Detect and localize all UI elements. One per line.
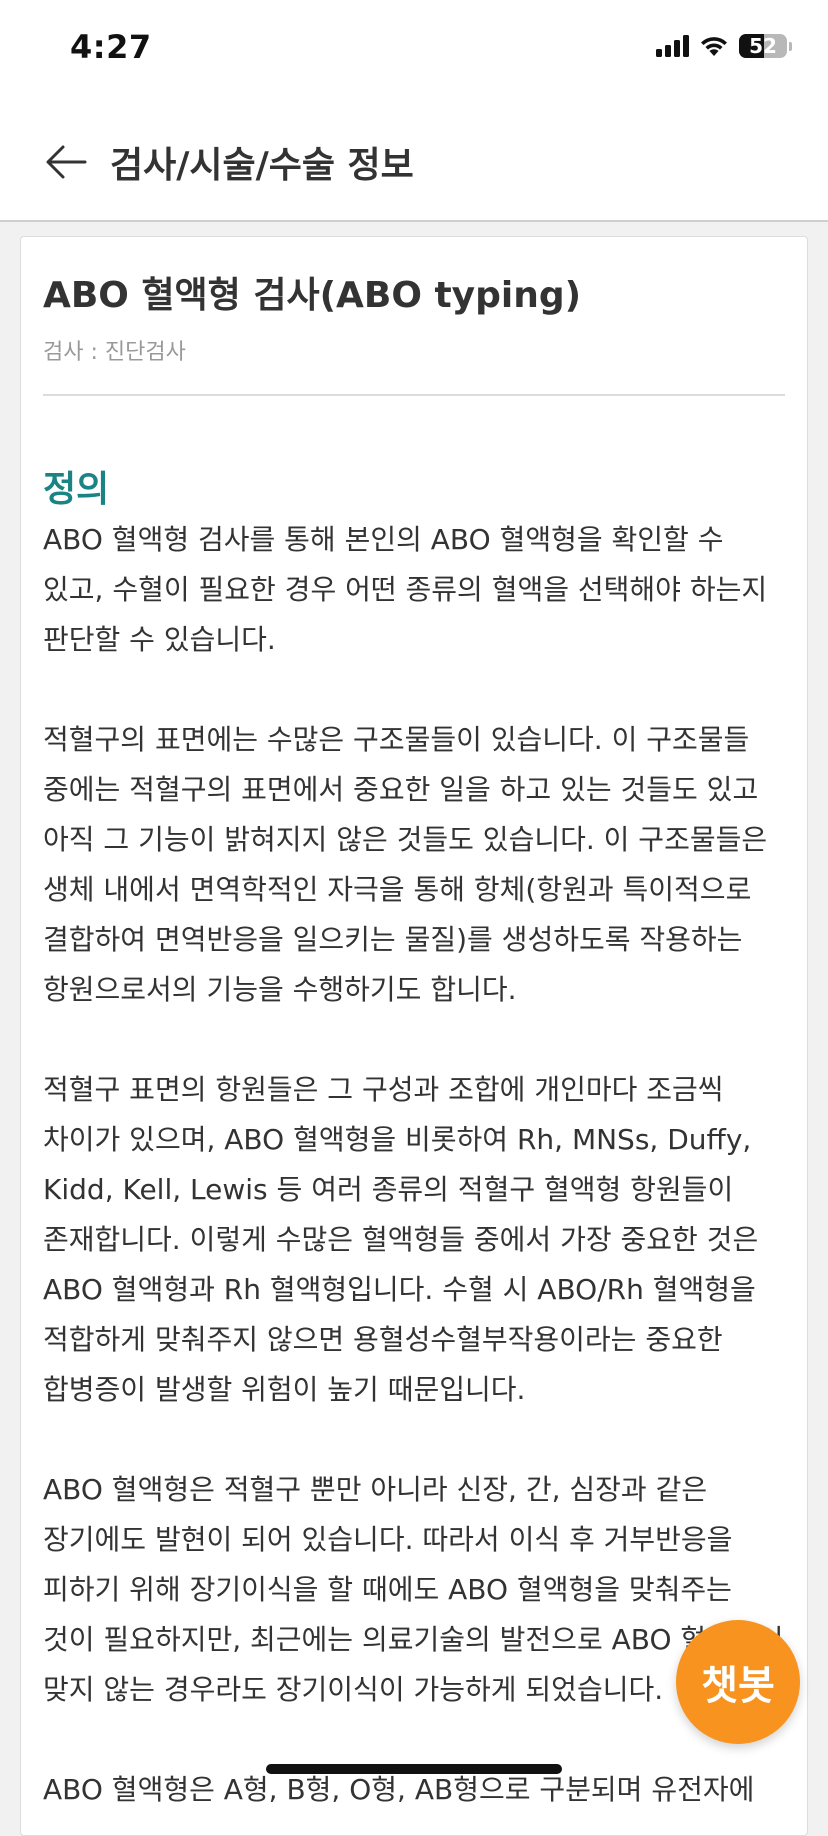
battery-label: 52 [749, 34, 777, 58]
back-button[interactable] [38, 134, 94, 190]
home-indicator[interactable] [266, 1764, 562, 1774]
chatbot-button[interactable]: 챗봇 [676, 1620, 800, 1744]
page-title: 검사/시술/수술 정보 [110, 145, 414, 186]
battery-icon: 52 [739, 34, 787, 58]
content-card: ABO 혈액형 검사(ABO typing) 검사 : 진단검사 정의 ABO … [20, 236, 808, 1836]
battery-tip [789, 41, 792, 51]
paragraph: ABO 혈액형 검사를 통해 본인의 ABO 혈액형을 확인할 수 있고, 수혈… [43, 522, 768, 656]
status-time: 4:27 [70, 28, 152, 66]
paragraph: ABO 혈액형은 적혈구 뿐만 아니라 신장, 간, 심장과 같은 장기에도 발… [43, 1472, 784, 1706]
paragraph: 적혈구의 표면에는 수많은 구조물들이 있습니다. 이 구조물들 중에는 적혈구… [43, 722, 768, 1006]
wifi-icon [701, 37, 727, 56]
status-icons: 52 [656, 34, 792, 58]
app-header: 검사/시술/수술 정보 [0, 100, 828, 222]
cellular-signal-icon [656, 35, 689, 57]
section-title-definition: 정의 [43, 468, 110, 510]
arrow-left-icon [46, 145, 87, 179]
paragraph: 적혈구 표면의 항원들은 그 구성과 조합에 개인마다 조금씩 차이가 있으며,… [43, 1072, 759, 1406]
test-category: 검사 : 진단검사 [43, 339, 186, 365]
test-title: ABO 혈액형 검사(ABO typing) [43, 275, 582, 316]
divider [43, 393, 785, 396]
status-bar: 4:27 52 [0, 0, 828, 100]
definition-body: ABO 혈액형 검사를 통해 본인의 ABO 혈액형을 확인할 수 있고, 수혈… [43, 515, 785, 1815]
